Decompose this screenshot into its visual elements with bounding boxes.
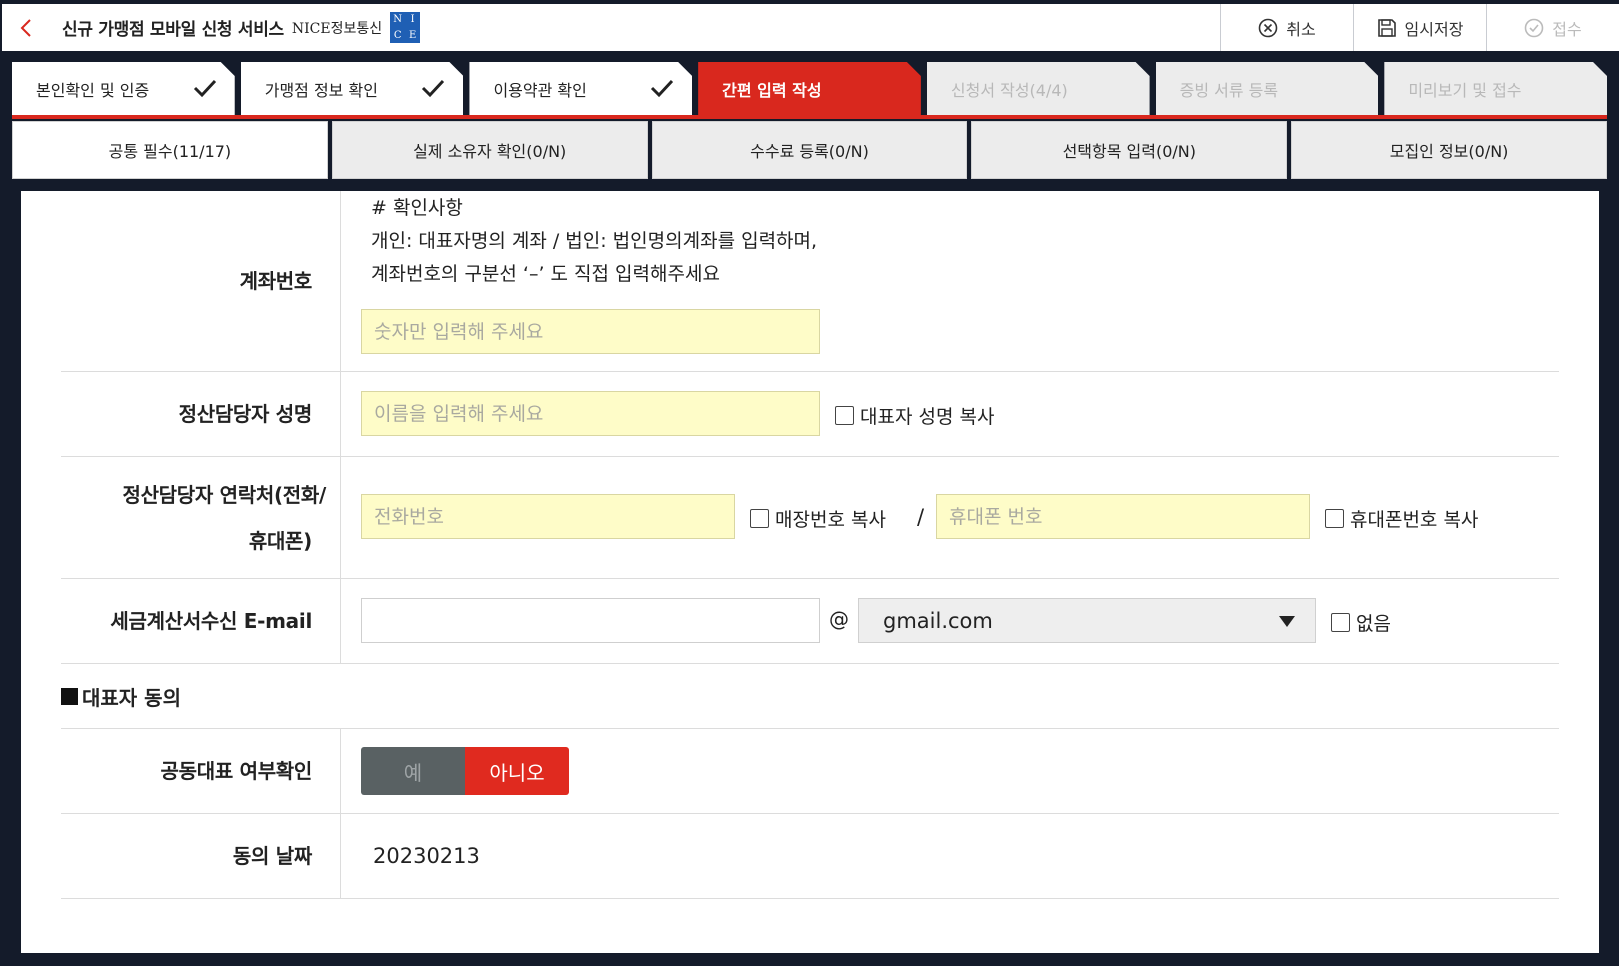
mobile-input[interactable] [936,494,1310,539]
step-label: 이용약관 확인 [493,81,587,100]
cancel-circle-icon [1258,18,1278,37]
back-button[interactable] [2,4,50,51]
step-label: 신청서 작성(4/4) [950,81,1068,100]
step-merchant-info[interactable]: 가맹점 정보 확인 [241,62,464,116]
row-manager-name: 정산담당자 성명 대표자 성명 복사 [61,372,1559,457]
submit-label: 접수 [1552,19,1582,39]
submit-button[interactable]: 접수 [1486,4,1619,51]
tab-optional-items[interactable]: 선택항목 입력(0/N) [971,121,1288,179]
step-label: 증빙 서류 등록 [1179,81,1279,100]
account-note-line1: 개인: 대표자명의 계좌 / 법인: 법인명의계좌를 입력하며, [371,230,818,252]
row-manager-contact: 정산담당자 연락처(전화/ 휴대폰) 매장번호 복사 / 휴대폰번호 복사 [61,457,1559,579]
app-header: 신규 가맹점 모바일 신청 서비스 NICE정보통신 NI CE 취소 임시저장… [2,4,1619,51]
brand-logo: NI CE [390,12,421,43]
chevron-left-icon [20,18,31,37]
cancel-label: 취소 [1286,19,1316,39]
checkmark-icon [193,78,217,98]
section-rep-consent: 대표자 동의 [61,664,1559,729]
step-label: 간편 입력 작성 [722,81,822,100]
step-tabs: 본인확인 및 인증 가맹점 정보 확인 이용약관 확인 간편 입력 작성 신청서… [12,62,1607,116]
checkbox-box[interactable] [750,509,769,528]
phone-input[interactable] [361,494,735,539]
check-circle-icon [1524,18,1544,37]
copy-rep-name-label: 대표자 성명 복사 [860,406,995,428]
manager-contact-label-line1: 정산담당자 연락처(전화/ [122,482,326,507]
form-card: 계좌번호 # 확인사항 개인: 대표자명의 계좌 / 법인: 법인명의계좌를 입… [21,191,1599,953]
manager-name-label: 정산담당자 성명 [61,372,341,456]
checkbox-box[interactable] [1325,509,1344,528]
account-note-line2: 계좌번호의 구분선 ‘–’ 도 직접 입력해주세요 [371,263,720,285]
manager-contact-label-line2: 휴대폰) [248,528,312,553]
checkmark-icon [421,78,445,98]
step-identity-verification[interactable]: 본인확인 및 인증 [12,62,235,116]
step-divider [12,115,1607,119]
manager-contact-label: 정산담당자 연락처(전화/ 휴대폰) [61,457,341,578]
step-application-form[interactable]: 신청서 작성(4/4) [927,62,1150,116]
step-preview-submit[interactable]: 미리보기 및 접수 [1384,62,1607,116]
copy-mobile-checkbox[interactable]: 휴대폰번호 복사 [1325,505,1478,532]
tab-beneficial-owner[interactable]: 실제 소유자 확인(0/N) [331,121,648,179]
email-domain-value: gmail.com [883,608,993,633]
row-account-number: 계좌번호 # 확인사항 개인: 대표자명의 계좌 / 법인: 법인명의계좌를 입… [61,191,1559,372]
page-title: 신규 가맹점 모바일 신청 서비스 [62,20,284,40]
cancel-button[interactable]: 취소 [1220,4,1353,51]
step-label: 가맹점 정보 확인 [264,81,378,100]
no-email-label: 없음 [1356,613,1391,635]
email-label: 세금계산서수신 E-mail [61,579,341,663]
row-joint-representative: 공동대표 여부확인 예 아니오 [61,729,1559,814]
caret-down-icon [1279,616,1295,627]
square-bullet-icon [61,687,78,705]
section-rep-consent-title: 대표자 동의 [82,685,181,710]
consent-date-label: 동의 날짜 [61,814,341,898]
tab-fee-registration[interactable]: 수수료 등록(0/N) [651,121,968,179]
step-label: 본인확인 및 인증 [36,81,150,100]
no-email-checkbox[interactable]: 없음 [1331,609,1391,636]
copy-rep-name-checkbox[interactable]: 대표자 성명 복사 [835,402,994,429]
account-note-title: # 확인사항 [371,197,463,219]
copy-store-phone-label: 매장번호 복사 [775,509,886,531]
contact-separator: / [917,505,925,529]
header-actions: 취소 임시저장 접수 [1220,4,1619,51]
checkmark-icon [650,78,674,98]
row-consent-date: 동의 날짜 20230213 [61,814,1559,899]
joint-rep-toggle: 예 아니오 [361,747,569,795]
consent-date-value: 20230213 [373,844,480,868]
row-tax-invoice-email: 세금계산서수신 E-mail @ gmail.com 없음 [61,579,1559,664]
step-quick-input[interactable]: 간편 입력 작성 [698,62,921,116]
joint-rep-no-button[interactable]: 아니오 [465,747,569,795]
account-number-label: 계좌번호 [61,191,341,371]
step-documents[interactable]: 증빙 서류 등록 [1156,62,1379,116]
sub-tabs: 공통 필수(11/17) 실제 소유자 확인(0/N) 수수료 등록(0/N) … [12,121,1607,179]
temp-save-button[interactable]: 임시저장 [1353,4,1486,51]
email-at-sign: @ [829,607,849,631]
email-domain-select[interactable]: gmail.com [858,598,1316,643]
joint-rep-label: 공동대표 여부확인 [61,729,341,813]
manager-name-input[interactable] [361,391,820,436]
step-label: 미리보기 및 접수 [1408,81,1522,100]
account-number-input[interactable] [361,309,820,354]
checkbox-box[interactable] [1331,613,1350,632]
checkbox-box[interactable] [835,406,854,425]
email-local-input[interactable] [361,598,820,643]
tab-common-required[interactable]: 공통 필수(11/17) [12,121,328,179]
step-terms[interactable]: 이용약관 확인 [469,62,692,116]
brand-name: NICE정보통신 [291,20,383,37]
joint-rep-yes-button[interactable]: 예 [361,747,465,795]
temp-save-label: 임시저장 [1404,19,1464,39]
tab-recruiter-info[interactable]: 모집인 정보(0/N) [1291,121,1607,179]
copy-store-phone-checkbox[interactable]: 매장번호 복사 [750,505,886,532]
copy-mobile-label: 휴대폰번호 복사 [1350,509,1479,531]
save-icon [1377,18,1396,37]
